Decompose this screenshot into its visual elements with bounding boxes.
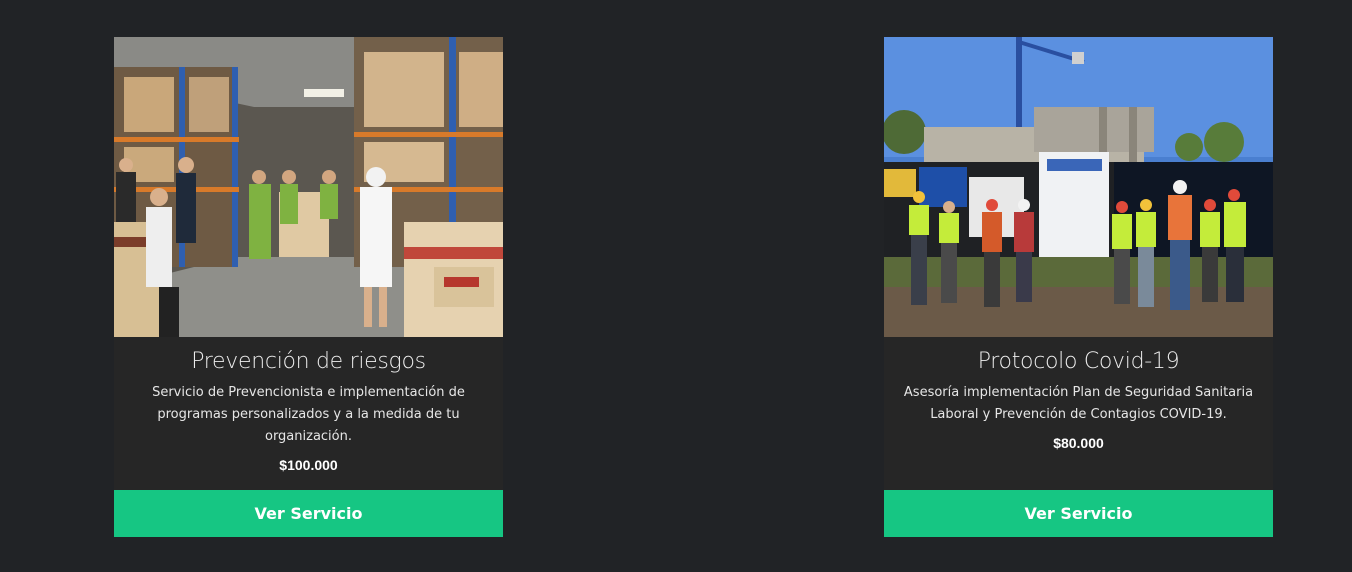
services-page: Prevención de riesgos Servicio de Preven… [0, 0, 1352, 572]
ver-servicio-button[interactable]: Ver Servicio [884, 490, 1273, 537]
ver-servicio-button[interactable]: Ver Servicio [114, 490, 503, 537]
service-price: $100.000 [279, 457, 338, 473]
service-title: Prevención de riesgos [191, 349, 426, 374]
service-title: Protocolo Covid-19 [977, 349, 1180, 374]
service-description: Servicio de Prevencionista e implementac… [152, 385, 465, 444]
service-card-prevencion: Prevención de riesgos Servicio de Preven… [114, 37, 503, 537]
service-price: $80.000 [1053, 435, 1104, 451]
service-description: Asesoría implementación Plan de Segurida… [903, 385, 1254, 422]
service-card-covid: Protocolo Covid-19 Asesoría implementaci… [884, 37, 1273, 537]
warehouse-photo [114, 37, 503, 337]
construction-site-photo [884, 37, 1273, 337]
